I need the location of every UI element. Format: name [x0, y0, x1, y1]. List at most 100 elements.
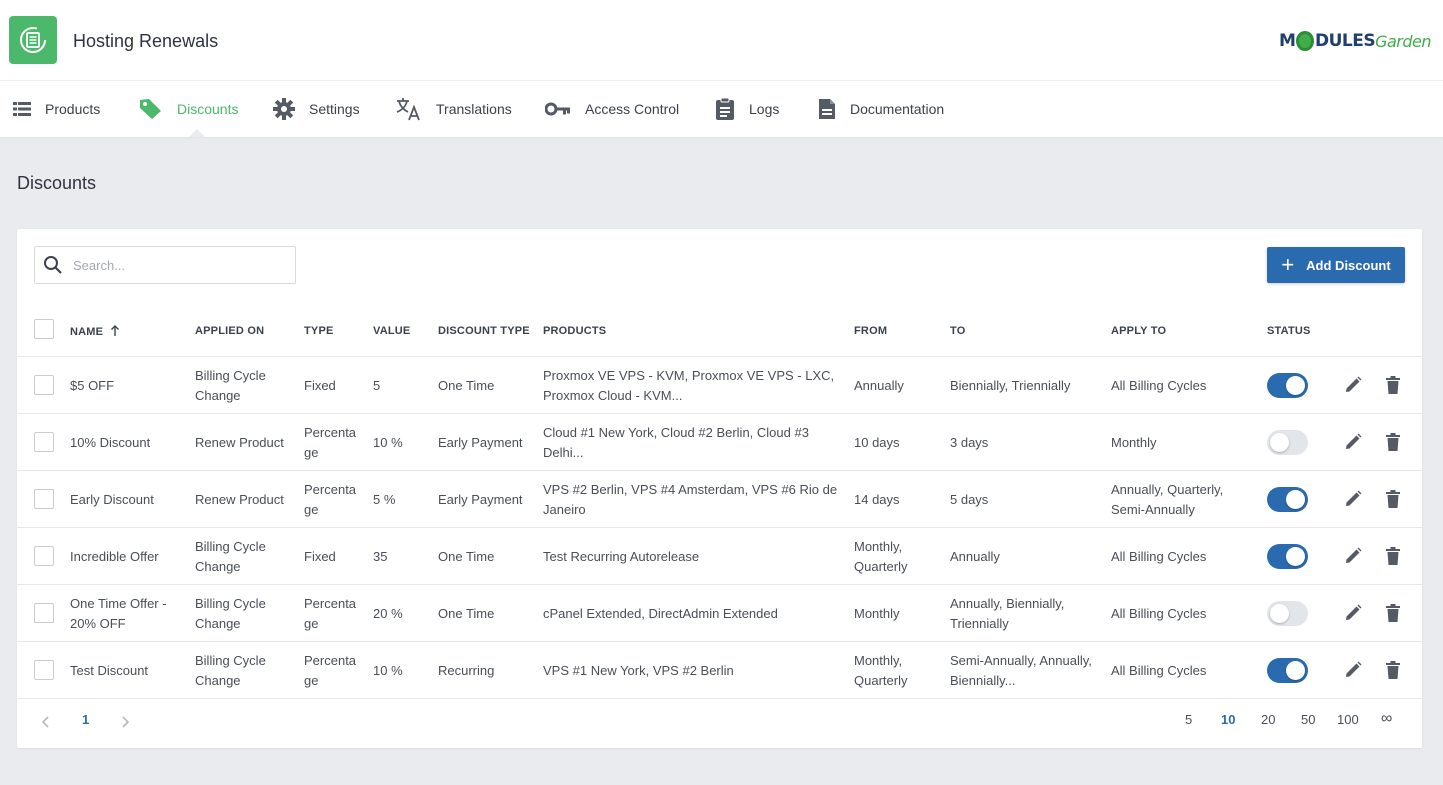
cell-from-line: Annually	[854, 377, 904, 393]
nav-item-translations[interactable]: Translations	[396, 81, 512, 137]
cell-value: 10 %	[373, 642, 403, 699]
nav-label-documentation: Documentation	[850, 101, 945, 117]
header-type[interactable]: TYPE	[304, 325, 334, 337]
delete-icon[interactable]	[1383, 546, 1403, 566]
row-checkbox[interactable]	[34, 489, 54, 509]
page-size-all[interactable]: ∞	[1381, 710, 1392, 728]
edit-icon[interactable]	[1343, 375, 1363, 395]
cell-apply-to: All Billing Cycles	[1111, 642, 1206, 699]
select-all-checkbox[interactable]	[34, 319, 54, 339]
cell-from-line: Monthly,	[854, 538, 903, 554]
nav-item-access-control[interactable]: Access Control	[545, 81, 679, 137]
edit-icon[interactable]	[1343, 603, 1363, 623]
modulesgarden-logo[interactable]: M DULES Garden	[1279, 28, 1431, 54]
brand-globe-icon	[1296, 31, 1314, 51]
brand-text-mid: DULES	[1314, 31, 1376, 51]
header-applied-on[interactable]: APPLIED ON	[195, 325, 264, 337]
cell-value-line: 5	[373, 377, 381, 393]
cell-value: 5 %	[373, 471, 395, 528]
status-toggle[interactable]	[1267, 544, 1308, 569]
page-size-100[interactable]: 100	[1337, 712, 1359, 727]
cell-products: Test Recurring Autorelease	[543, 528, 699, 585]
search-input[interactable]	[73, 257, 273, 273]
page-size-50[interactable]: 50	[1301, 712, 1315, 727]
table-row: 10% Discount Renew Product Percenta ge 10 % E…	[17, 414, 1422, 471]
top-bar: Hosting Renewals M DULES Garden	[0, 0, 1443, 81]
cell-to-line: Biennially, Triennially	[950, 377, 1071, 393]
cell-to: Semi-Annually, Annually, Biennially...	[950, 642, 1092, 699]
row-checkbox[interactable]	[34, 546, 54, 566]
edit-icon[interactable]	[1343, 489, 1363, 509]
cell-type-line: ge	[304, 501, 319, 517]
status-toggle[interactable]	[1267, 487, 1308, 512]
status-toggle[interactable]	[1267, 373, 1308, 398]
delete-icon[interactable]	[1383, 489, 1403, 509]
row-checkbox[interactable]	[34, 660, 54, 680]
header-from[interactable]: FROM	[854, 325, 887, 337]
add-discount-button[interactable]: + Add Discount	[1267, 247, 1405, 283]
nav-item-settings[interactable]: Settings	[273, 81, 360, 137]
cell-discount-type: Recurring	[438, 642, 494, 699]
cell-discount-type: Early Payment	[438, 414, 523, 471]
cell-products: cPanel Extended, DirectAdmin Extended	[543, 585, 778, 642]
tag-icon	[140, 99, 161, 119]
header-status[interactable]: STATUS	[1267, 325, 1311, 337]
edit-icon[interactable]	[1343, 546, 1363, 566]
cell-to-line: Annually	[950, 548, 1000, 564]
status-toggle[interactable]	[1267, 658, 1308, 683]
page-size-10[interactable]: 10	[1221, 712, 1235, 727]
status-toggle[interactable]	[1267, 601, 1308, 626]
toggle-knob	[1286, 490, 1305, 509]
header-discount-type[interactable]: DISCOUNT TYPE	[438, 325, 530, 337]
cell-from: Monthly, Quarterly	[854, 642, 907, 699]
status-toggle[interactable]	[1267, 430, 1308, 455]
row-checkbox[interactable]	[34, 432, 54, 452]
cell-applied-on: Renew Product	[195, 414, 284, 471]
cell-value-line: 5 %	[373, 491, 396, 507]
key-icon	[545, 102, 570, 116]
page-size-5[interactable]: 5	[1185, 712, 1192, 727]
toggle-knob	[1286, 661, 1305, 680]
next-page-icon[interactable]	[120, 716, 130, 728]
cell-to: 3 days	[950, 414, 988, 471]
nav-item-products[interactable]: Products	[13, 81, 100, 137]
edit-icon[interactable]	[1343, 660, 1363, 680]
header-value[interactable]: VALUE	[373, 325, 410, 337]
delete-icon[interactable]	[1383, 603, 1403, 623]
header-products[interactable]: PRODUCTS	[543, 325, 606, 337]
toggle-knob	[1286, 547, 1305, 566]
cell-apply-to-line: All Billing Cycles	[1111, 605, 1207, 621]
toggle-knob	[1286, 376, 1305, 395]
cell-name-line: Early Discount	[70, 491, 154, 507]
cell-type-line: Percenta	[304, 652, 357, 668]
header-apply-to[interactable]: APPLY TO	[1111, 325, 1166, 337]
page-size-20[interactable]: 20	[1261, 712, 1275, 727]
edit-icon[interactable]	[1343, 432, 1363, 452]
nav-label-access-control: Access Control	[585, 101, 680, 117]
header-to[interactable]: TO	[950, 325, 965, 337]
prev-page-icon[interactable]	[41, 716, 51, 728]
cell-to: Annually, Biennially, Triennially	[950, 585, 1064, 642]
cell-type: Percenta ge	[304, 471, 356, 528]
nav-item-logs[interactable]: Logs	[715, 81, 779, 137]
cell-from: 14 days	[854, 471, 900, 528]
nav-item-documentation[interactable]: Documentation	[818, 81, 944, 137]
brand-text-left: M	[1279, 31, 1296, 51]
cell-applied-on-line: Renew Product	[195, 434, 284, 450]
page-number[interactable]: 1	[82, 712, 89, 727]
cell-applied-on: Renew Product	[195, 471, 284, 528]
row-checkbox[interactable]	[34, 375, 54, 395]
row-checkbox[interactable]	[34, 603, 54, 623]
cell-to-line: Annually, Biennially,	[950, 595, 1065, 611]
header-name[interactable]: NAME	[70, 325, 120, 338]
delete-icon[interactable]	[1383, 660, 1403, 680]
cell-name: Early Discount	[70, 471, 154, 528]
cell-apply-to: Monthly	[1111, 414, 1157, 471]
delete-icon[interactable]	[1383, 432, 1403, 452]
table-row: Test Discount Billing Cycle Change Percenta…	[17, 642, 1422, 699]
cell-applied-on-line: Change	[195, 615, 241, 631]
table-row: Incredible Offer Billing Cycle Change Fixed…	[17, 528, 1422, 585]
cell-discount-type-line: Early Payment	[438, 491, 523, 507]
delete-icon[interactable]	[1383, 375, 1403, 395]
cell-apply-to-line: All Billing Cycles	[1111, 377, 1207, 393]
